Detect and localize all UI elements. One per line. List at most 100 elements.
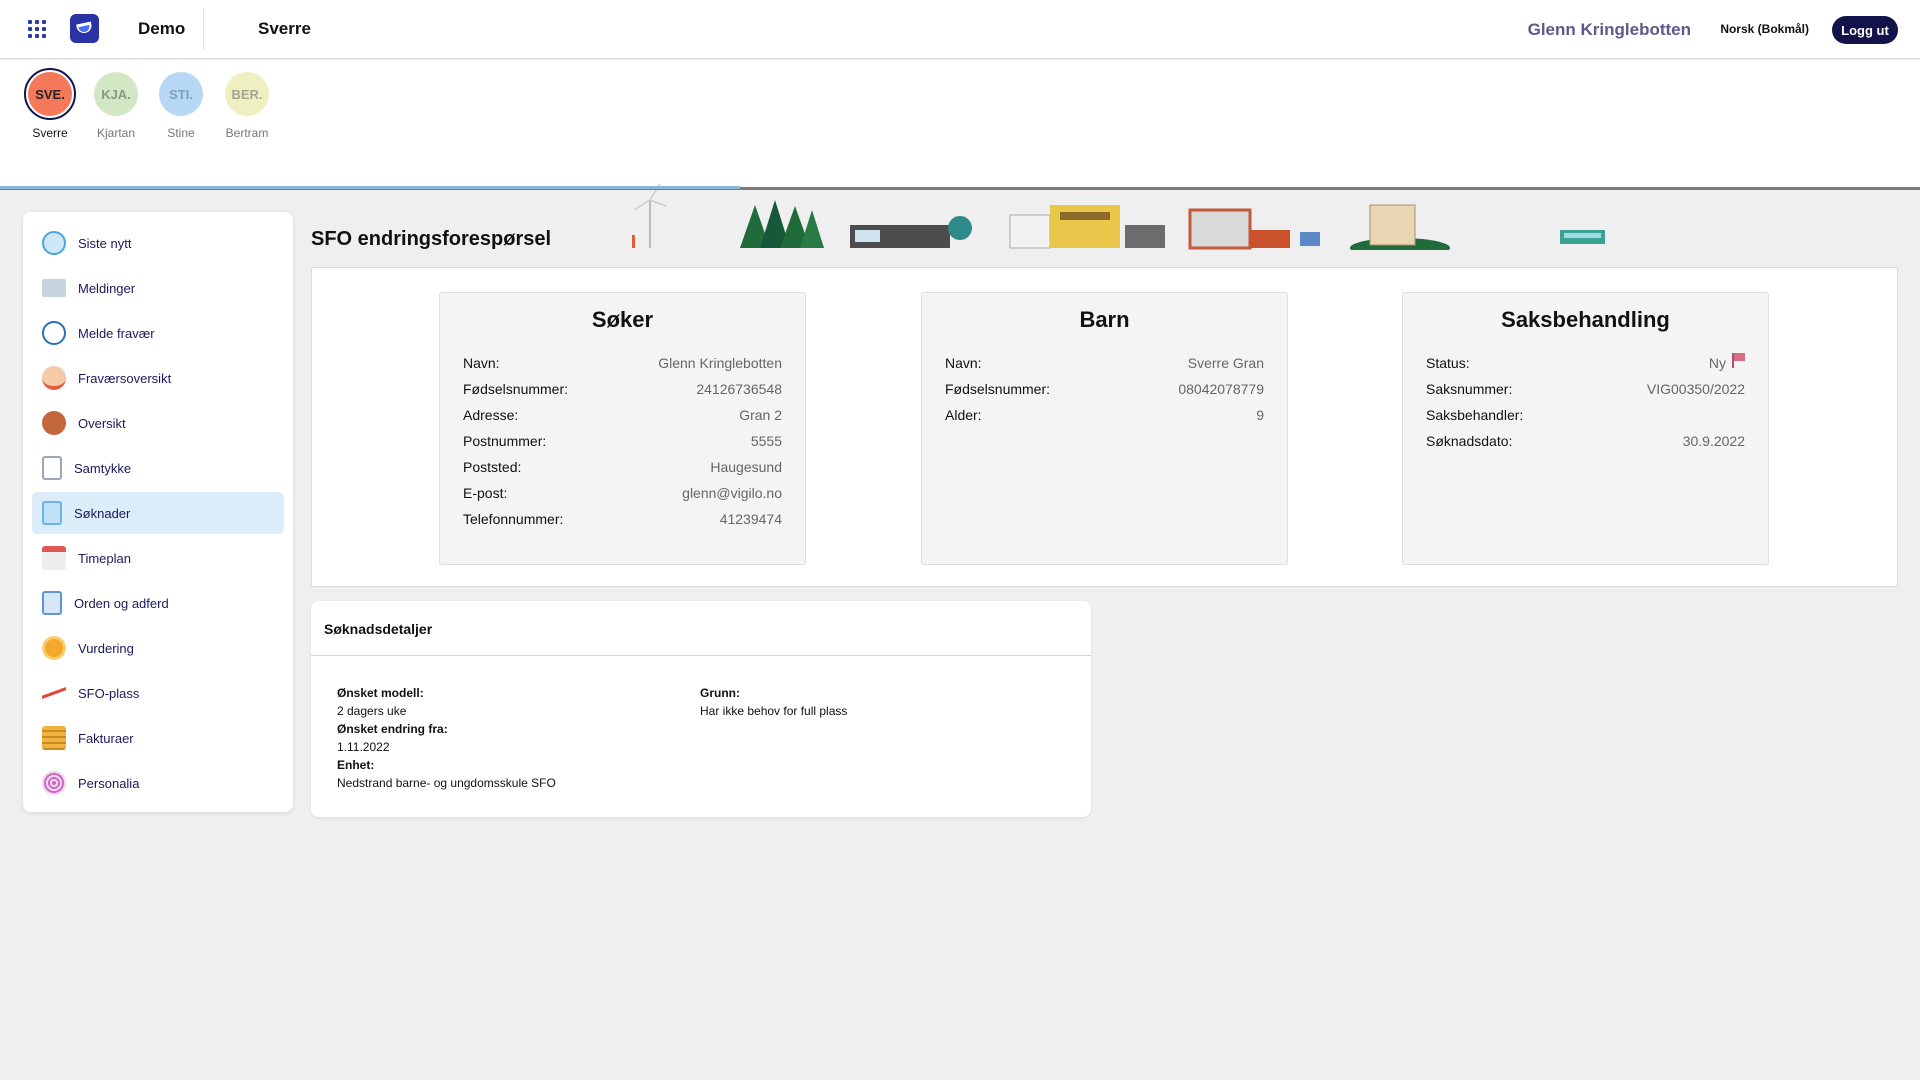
row-value: 08042078779 <box>1178 381 1264 397</box>
info-row: Saksnummer: VIG00350/2022 <box>1426 381 1745 407</box>
sidebar-item-label: SFO-plass <box>78 685 140 701</box>
sidebar-item-oversikt[interactable]: Oversikt <box>32 402 284 444</box>
user-name[interactable]: Glenn Kringlebotten <box>1528 20 1691 40</box>
desired-change-date-label: Ønsket endring fra: <box>337 722 448 736</box>
card-title: Barn <box>1079 307 1130 332</box>
medal-icon <box>42 636 66 660</box>
sidebar-item-orden-og-adferd[interactable]: Orden og adferd <box>32 582 284 624</box>
sidebar-item-soknader[interactable]: Søknader <box>32 492 284 534</box>
sidebar-item-label: Søknader <box>74 505 131 521</box>
sidebar-item-meldinger[interactable]: Meldinger <box>32 267 284 309</box>
child-avatar-sverre[interactable]: SVE. Sverre <box>20 68 80 140</box>
sidebar-item-sfo-plass[interactable]: SFO-plass <box>32 672 284 714</box>
info-row: Navn: Glenn Kringlebotten <box>463 355 782 381</box>
row-value: VIG00350/2022 <box>1646 381 1745 397</box>
sidebar-item-label: Vurdering <box>78 640 134 656</box>
sidebar-item-timeplan[interactable]: Timeplan <box>32 537 284 579</box>
desired-change-date-value: 1.11.2022 <box>337 740 390 754</box>
row-label: Postnummer: <box>463 433 547 449</box>
person-absent-icon <box>42 366 66 390</box>
sidebar-item-melde-fravaer[interactable]: Melde fravær <box>32 312 284 354</box>
sidebar-item-label: Fakturaer <box>78 730 134 746</box>
card-title: Søker <box>591 307 654 332</box>
details-title: Søknadsdetaljer <box>311 601 1091 656</box>
sidebar-item-siste-nytt[interactable]: Siste nytt <box>32 222 284 264</box>
person-icon <box>42 411 66 435</box>
avatar-initials[interactable]: KJA. <box>94 72 138 116</box>
info-row: Poststed: Haugesund <box>463 459 782 485</box>
info-row: Søknadsdato: 30.9.2022 <box>1426 433 1745 459</box>
town-skyline-illustration <box>632 183 1605 250</box>
info-row: Postnummer: 5555 <box>463 433 782 459</box>
sidebar-item-vurdering[interactable]: Vurdering <box>32 627 284 669</box>
case-handling-card: Saksbehandling Status: Ny Saksnummer: VIG0… <box>1402 292 1769 565</box>
child-avatar-bertram[interactable]: BER. Bertram <box>217 72 277 140</box>
banner <box>0 60 1920 250</box>
apps-grid-icon[interactable] <box>28 20 46 38</box>
child-name: Kjartan <box>96 126 136 140</box>
sidebar-menu: Siste nytt Meldinger Melde fravær Fravær… <box>23 212 293 812</box>
info-row: Adresse: Gran 2 <box>463 407 782 433</box>
row-value: Glenn Kringlebotten <box>658 355 782 371</box>
sidebar-item-fakturaer[interactable]: Fakturaer <box>32 717 284 759</box>
sidebar-item-personalia[interactable]: Personalia <box>32 762 284 804</box>
reason-value: Har ikke behov for full plass <box>700 704 848 718</box>
child-avatar-stine[interactable]: STI. Stine <box>151 72 211 140</box>
row-label: Navn: <box>945 355 982 371</box>
child-name: Bertram <box>225 126 269 140</box>
application-details-panel: Søknadsdetaljer Ønsket modell: 2 dagers … <box>311 601 1091 817</box>
row-value: Sverre Gran <box>1187 355 1264 371</box>
org-name[interactable]: Demo <box>138 19 185 39</box>
row-label: E-post: <box>463 485 508 501</box>
sidebar-item-label: Oversikt <box>78 415 126 431</box>
reason-label: Grunn: <box>700 686 740 700</box>
status-value: Ny <box>1709 353 1745 381</box>
page-title: SFO endringsforespørsel <box>311 228 552 250</box>
seesaw-icon <box>42 681 66 705</box>
clock-icon <box>42 321 66 345</box>
row-value: 5555 <box>750 433 782 449</box>
calendar-icon <box>42 546 66 570</box>
language-selector[interactable]: Norsk (Bokmål) <box>1720 22 1809 36</box>
info-row: Alder: 9 <box>945 407 1264 433</box>
child-name: Sverre <box>32 126 68 140</box>
info-row: E-post: glenn@vigilo.no <box>463 485 782 511</box>
sidebar-item-label: Personalia <box>78 775 140 791</box>
logout-button[interactable]: Logg ut <box>1832 16 1898 44</box>
info-row: Fødselsnummer: 24126736548 <box>463 381 782 407</box>
document-icon <box>42 591 62 615</box>
row-label: Poststed: <box>463 459 522 475</box>
flag-icon <box>1732 353 1745 369</box>
row-label: Søknadsdato: <box>1426 433 1513 449</box>
row-label: Alder: <box>945 407 982 423</box>
sidebar-item-label: Fraværsoversikt <box>78 370 172 386</box>
row-value: 9 <box>1256 407 1264 423</box>
summary-panel: Søker Navn: Glenn Kringlebotten Fødselsnu… <box>311 267 1898 587</box>
sidebar-item-label: Timeplan <box>78 550 131 566</box>
avatar-initials[interactable]: BER. <box>225 72 269 116</box>
avatar-initials[interactable]: STI. <box>159 72 203 116</box>
applicant-card: Søker Navn: Glenn Kringlebotten Fødselsnu… <box>439 292 806 565</box>
card-title: Saksbehandling <box>1501 307 1670 332</box>
vigilo-logo-icon[interactable] <box>70 14 99 43</box>
sidebar-item-samtykke[interactable]: Samtykke <box>32 447 284 489</box>
row-label: Navn: <box>463 355 500 371</box>
row-label: Adresse: <box>463 407 519 423</box>
sidebar-item-label: Orden og adferd <box>74 595 169 611</box>
row-label: Saksbehandler: <box>1426 407 1524 423</box>
avatar[interactable]: SVE. <box>24 68 76 120</box>
child-avatar-kjartan[interactable]: KJA. Kjartan <box>86 72 146 140</box>
reason-column: Grunn: Har ikke behov for full plass <box>700 684 847 720</box>
row-value: 41239474 <box>719 511 782 527</box>
fingerprint-icon <box>42 771 66 795</box>
sidebar-item-fravaersoversikt[interactable]: Fraværsoversikt <box>32 357 284 399</box>
info-row: Status: Ny <box>1426 353 1745 381</box>
unit-value: Nedstrand barne- og ungdomsskule SFO <box>337 776 556 790</box>
row-value: 30.9.2022 <box>1682 433 1745 449</box>
banner-water <box>0 186 740 189</box>
details-body: Ønsket modell: 2 dagers uke Ønsket endri… <box>311 656 1091 820</box>
child-card: Barn Navn: Sverre Gran Fødselsnummer: 0804… <box>921 292 1288 565</box>
search-document-icon <box>42 501 62 525</box>
row-value: 24126736548 <box>696 381 782 397</box>
unit-label: Enhet: <box>337 758 375 772</box>
